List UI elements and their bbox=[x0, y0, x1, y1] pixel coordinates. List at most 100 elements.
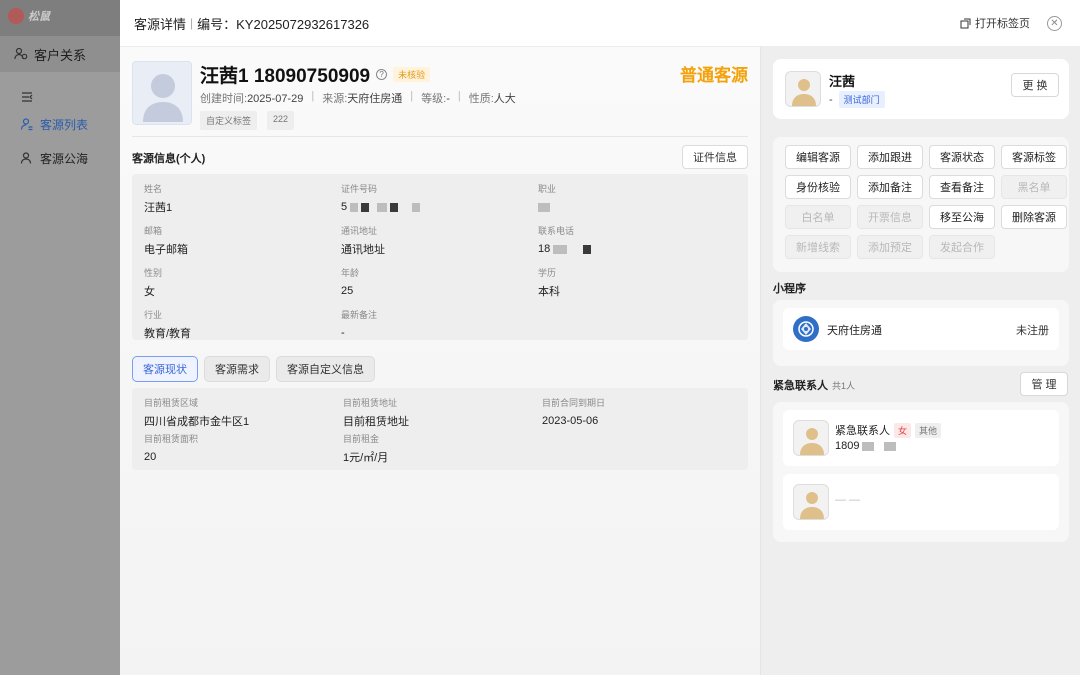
customer-grade: 普通客源 bbox=[680, 66, 748, 85]
contact-avatar bbox=[793, 420, 829, 456]
custom-tag: 自定义标签 bbox=[200, 111, 258, 130]
drawer-title: 客源详情 bbox=[134, 16, 187, 32]
field-contract-end: 目前合同到期日 2023-05-06 bbox=[542, 398, 606, 427]
person-avatar-icon bbox=[800, 492, 824, 519]
customer-side-pane: 汪茜 - 测试部门 更 换 编辑客源 添加跟进 客源状态 客源标签 身份核验 添… bbox=[760, 47, 1080, 675]
emergency-contact-item[interactable]: 紧急联系人 女 其他 1809 bbox=[783, 410, 1059, 466]
open-tab-label: 打开标签页 bbox=[975, 18, 1030, 30]
add-lead-button[interactable]: 新增线索 bbox=[785, 235, 851, 259]
field-address: 通讯地址 通讯地址 bbox=[341, 226, 385, 256]
owner-avatar bbox=[785, 71, 821, 107]
customer-meta: 创建时间:2025-07-29 | 来源:天府住房通 | 等级:- | 性质:人… bbox=[200, 90, 516, 106]
delete-customer-button[interactable]: 删除客源 bbox=[1001, 205, 1067, 229]
person-avatar-icon bbox=[800, 428, 824, 455]
tab-requirements[interactable]: 客源需求 bbox=[204, 356, 270, 382]
app-logo: 松鼠 bbox=[8, 8, 50, 24]
whitelist-button[interactable]: 白名单 bbox=[785, 205, 851, 229]
field-gender: 性别 女 bbox=[144, 268, 163, 298]
meta-separator: | bbox=[410, 90, 414, 102]
user-list-icon bbox=[20, 118, 33, 131]
move-to-pool-button[interactable]: 移至公海 bbox=[929, 205, 995, 229]
contact-name: 紧急联系人 bbox=[835, 425, 890, 437]
emergency-contact-item[interactable]: — — bbox=[783, 474, 1059, 530]
masked-text bbox=[350, 202, 359, 212]
customer-name-line: 汪茜1 18090750909 ? 未核验 bbox=[200, 61, 431, 88]
external-tab-icon bbox=[960, 18, 971, 28]
created-time: 创建时间:2025-07-29 bbox=[200, 93, 304, 105]
customer-status-button[interactable]: 客源状态 bbox=[929, 145, 995, 169]
close-icon[interactable]: ✕ bbox=[1047, 16, 1062, 31]
field-occupation: 职业 bbox=[538, 182, 728, 213]
masked-text bbox=[412, 202, 421, 212]
blacklist-button[interactable]: 黑名单 bbox=[1001, 175, 1067, 199]
field-name: 姓名 汪茜1 bbox=[144, 184, 173, 214]
field-phone: 联系电话 18 bbox=[538, 224, 728, 255]
field-rent-area: 目前租赁区域 四川省成都市金牛区1 bbox=[144, 398, 250, 428]
owner-name: 汪茜 bbox=[829, 74, 856, 89]
level: 等级:- bbox=[421, 93, 450, 105]
masked-text bbox=[583, 244, 592, 254]
collapse-icon bbox=[22, 92, 33, 102]
meta-separator: | bbox=[311, 90, 315, 102]
contact-relation-badge: 其他 bbox=[915, 422, 942, 438]
field-industry: 行业 教育/教育 bbox=[144, 310, 192, 340]
invoice-info-button[interactable]: 开票信息 bbox=[857, 205, 923, 229]
masked-text bbox=[862, 441, 875, 451]
contact-avatar bbox=[793, 484, 829, 520]
view-notes-button[interactable]: 查看备注 bbox=[929, 175, 995, 199]
identity-verify-button[interactable]: 身份核验 bbox=[785, 175, 851, 199]
customer-tags: 自定义标签 222 bbox=[200, 111, 295, 130]
manage-contacts-button[interactable]: 管 理 bbox=[1020, 372, 1068, 396]
actions-card: 编辑客源 添加跟进 客源状态 客源标签 身份核验 添加备注 查看备注 黑名单 白… bbox=[773, 137, 1069, 272]
add-note-button[interactable]: 添加备注 bbox=[857, 175, 923, 199]
mini-program-item[interactable]: 天府住房通 未注册 bbox=[783, 308, 1059, 350]
help-icon[interactable]: ? bbox=[376, 69, 388, 80]
emergency-contacts-card: 紧急联系人 女 其他 1809 — — bbox=[773, 402, 1069, 542]
nature: 性质:人大 bbox=[468, 93, 516, 105]
contact-name-line: 紧急联系人 女 其他 bbox=[835, 422, 942, 438]
certificate-info-button[interactable]: 证件信息 bbox=[682, 145, 748, 169]
field-age: 年龄 25 bbox=[341, 268, 360, 297]
verify-status-badge: 未核验 bbox=[393, 67, 431, 82]
start-cooperation-button[interactable]: 发起合作 bbox=[929, 235, 995, 259]
logo-text: 松鼠 bbox=[28, 11, 50, 23]
mini-program-title: 小程序 bbox=[773, 283, 806, 295]
source: 来源:天府住房通 bbox=[322, 93, 403, 105]
department-badge: 测试部门 bbox=[838, 91, 885, 108]
owner-card: 汪茜 - 测试部门 更 换 bbox=[773, 59, 1069, 119]
sidebar-module-header[interactable]: 客户关系 bbox=[0, 36, 120, 72]
detail-subtabs: 客源现状 客源需求 客源自定义信息 bbox=[132, 356, 375, 382]
info-section-title: 客源信息(个人) bbox=[132, 153, 206, 165]
field-rent-address: 目前租赁地址 目前租赁地址 bbox=[343, 398, 409, 428]
customer-tags-button[interactable]: 客源标签 bbox=[1001, 145, 1067, 169]
custom-tag: 222 bbox=[267, 111, 295, 130]
field-id-number: 证件号码 5 bbox=[341, 182, 531, 213]
people-icon bbox=[14, 47, 28, 60]
change-owner-button[interactable]: 更 换 bbox=[1011, 73, 1059, 97]
add-followup-button[interactable]: 添加跟进 bbox=[857, 145, 923, 169]
tab-current-status[interactable]: 客源现状 bbox=[132, 356, 198, 382]
person-avatar-icon bbox=[792, 79, 816, 106]
sidebar-item-label: 客源公海 bbox=[40, 151, 89, 166]
open-in-tab-button[interactable]: 打开标签页 bbox=[960, 15, 1030, 31]
field-rent-size: 目前租赁面积 20 bbox=[144, 434, 199, 463]
contact-empty-placeholder: — — bbox=[835, 494, 861, 506]
contact-sex-badge: 女 bbox=[894, 422, 912, 438]
owner-sub: - 测试部门 bbox=[829, 91, 885, 108]
masked-text bbox=[553, 244, 568, 254]
field-rent-price: 目前租金 1元/㎡/月 bbox=[343, 434, 389, 464]
masked-text bbox=[377, 202, 388, 212]
sidebar-collapse-toggle[interactable] bbox=[0, 82, 120, 112]
field-email: 邮箱 电子邮箱 bbox=[144, 226, 188, 256]
sidebar-item-customer-pool[interactable]: 客源公海 bbox=[0, 143, 120, 173]
mini-program-card: 天府住房通 未注册 bbox=[773, 300, 1069, 366]
sidebar-item-customer-list[interactable]: 客源列表 bbox=[0, 109, 120, 139]
divider bbox=[132, 136, 748, 137]
tianfu-logo-icon bbox=[793, 316, 819, 342]
tab-custom-info[interactable]: 客源自定义信息 bbox=[276, 356, 375, 382]
customer-info-card: 姓名 汪茜1 证件号码 5 职业 邮箱 电子邮箱 通讯地址 通讯地址 联系电话 bbox=[132, 174, 748, 340]
edit-customer-button[interactable]: 编辑客源 bbox=[785, 145, 851, 169]
add-booking-button[interactable]: 添加预定 bbox=[857, 235, 923, 259]
customer-name-phone: 汪茜1 18090750909 bbox=[200, 66, 371, 87]
title-separator: | bbox=[190, 16, 194, 30]
